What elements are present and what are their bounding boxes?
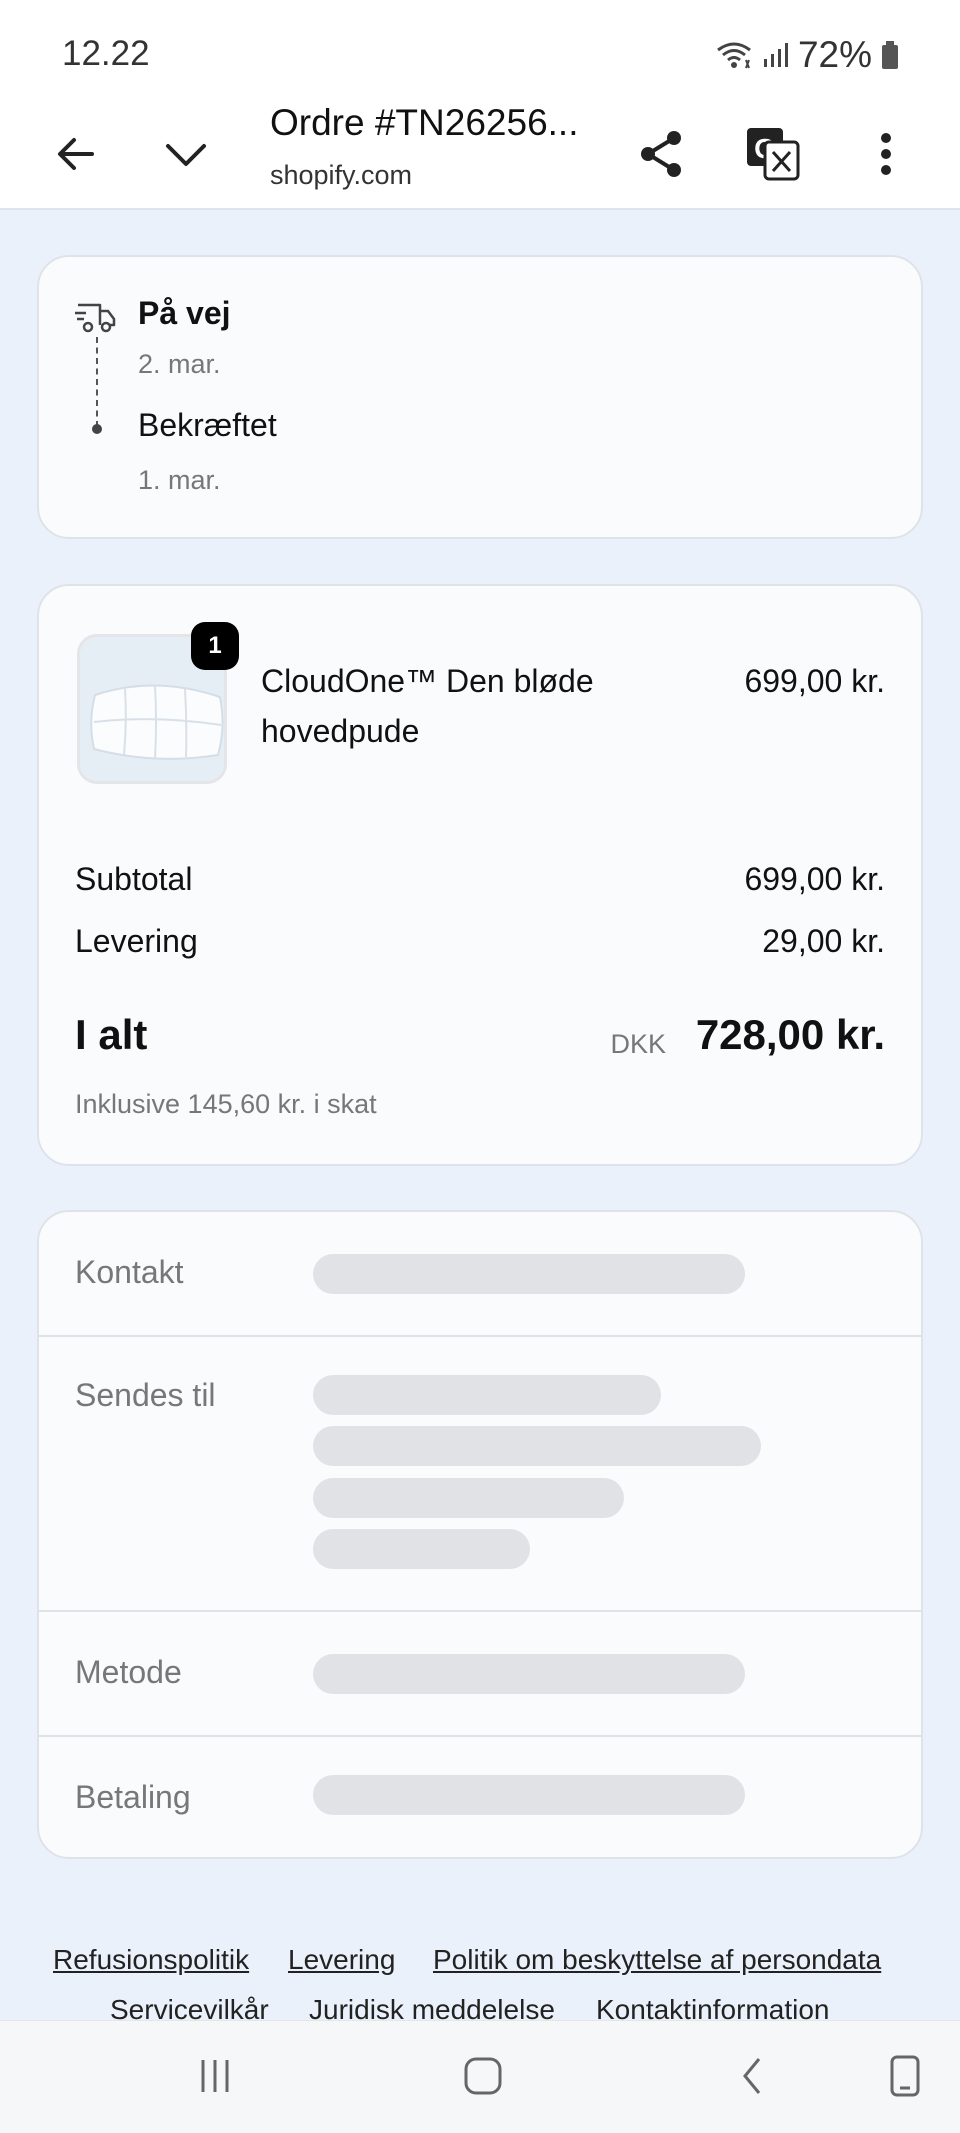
timeline-current-status: På vej <box>138 295 231 331</box>
timeline-connector <box>96 337 98 427</box>
footer-links: Refusionspolitik Levering Politik om bes… <box>0 1944 960 2020</box>
ship-to-row: Sendes til <box>39 1337 921 1612</box>
home-button[interactable] <box>448 2046 518 2106</box>
privacy-policy-link[interactable]: Politik om beskyttelse af persondata <box>433 1944 881 1976</box>
translate-button[interactable]: G <box>733 114 813 194</box>
browser-toolbar: Ordre #TN26256... shopify.com G <box>0 100 960 210</box>
recent-apps-icon <box>201 2060 229 2092</box>
shipping-policy-link[interactable]: Levering <box>288 1944 395 1976</box>
signal-icon <box>762 41 790 69</box>
customer-info-card: Kontakt Sendes til Metode Betaling <box>37 1210 923 1859</box>
status-time: 12.22 <box>62 34 150 73</box>
share-button[interactable] <box>622 114 702 194</box>
subtotal-label: Subtotal <box>75 861 193 897</box>
timeline-previous-date: 1. mar. <box>138 465 221 495</box>
address-placeholder-line <box>313 1426 761 1466</box>
legal-notice-link[interactable]: Juridisk meddelelse <box>309 1994 555 2020</box>
shipping-value: 29,00 kr. <box>762 923 885 959</box>
address-placeholder-line <box>313 1529 530 1569</box>
contact-placeholder <box>313 1254 745 1294</box>
product-price: 699,00 kr. <box>744 663 885 699</box>
ship-to-label: Sendes til <box>75 1377 216 1413</box>
address-placeholder-line <box>313 1375 661 1415</box>
page-domain: shopify.com <box>270 160 413 190</box>
total-currency: DKK <box>610 1029 666 1059</box>
more-vertical-icon <box>881 133 891 175</box>
battery-percent: 72% <box>797 34 872 75</box>
quantity-badge: 1 <box>191 622 239 670</box>
shipping-label: Levering <box>75 923 198 959</box>
total-label: I alt <box>75 1011 148 1058</box>
phone-rotate-icon <box>890 2055 920 2097</box>
payment-placeholder <box>313 1775 745 1815</box>
battery-icon <box>880 40 900 70</box>
method-row: Metode <box>39 1612 921 1737</box>
back-chevron-icon <box>743 2058 761 2094</box>
status-indicators: 72% <box>714 34 900 76</box>
timeline-dot <box>92 424 102 434</box>
contact-information-link[interactable]: Kontaktinformation <box>596 1994 829 2020</box>
method-placeholder <box>313 1654 745 1694</box>
subtotal-value: 699,00 kr. <box>744 861 885 897</box>
share-icon <box>641 131 681 177</box>
recent-apps-button[interactable] <box>180 2046 250 2106</box>
method-label: Metode <box>75 1654 182 1690</box>
timeline-previous-status: Bekræftet <box>138 407 277 443</box>
more-menu-button[interactable] <box>846 114 926 194</box>
collapse-button[interactable] <box>146 114 226 194</box>
delivery-truck-icon <box>74 299 118 340</box>
keyboard-toggle-button[interactable] <box>870 2046 940 2106</box>
refund-policy-link[interactable]: Refusionspolitik <box>53 1944 249 1976</box>
order-summary-card: 1 CloudOne™ Den bløde hovedpude 699,00 k… <box>37 584 923 1166</box>
system-navigation-bar <box>0 2020 960 2133</box>
payment-label: Betaling <box>75 1779 191 1815</box>
total-value: 728,00 kr. <box>695 1011 885 1058</box>
page-title-text: Ordre #TN26256... <box>270 102 579 143</box>
contact-row: Kontakt <box>39 1212 921 1337</box>
tax-note: Inklusive 145,60 kr. i skat <box>75 1089 377 1119</box>
shipping-timeline-card: På vej 2. mar. Bekræftet 1. mar. <box>37 255 923 539</box>
wifi-icon <box>714 40 754 70</box>
terms-of-service-link[interactable]: Servicevilkår <box>110 1994 269 2020</box>
payment-row: Betaling <box>39 1737 921 1859</box>
timeline-current-date: 2. mar. <box>138 349 221 379</box>
chevron-down-icon <box>166 144 206 166</box>
product-name: CloudOne™ Den bløde hovedpude <box>261 663 594 749</box>
system-back-button[interactable] <box>718 2046 788 2106</box>
home-icon <box>464 2057 502 2095</box>
address-placeholder-line <box>313 1478 624 1518</box>
back-arrow-icon <box>58 138 94 170</box>
contact-label: Kontakt <box>75 1254 184 1290</box>
status-bar: 12.22 72% <box>0 0 960 100</box>
translate-icon: G <box>747 128 800 181</box>
back-button[interactable] <box>36 114 116 194</box>
